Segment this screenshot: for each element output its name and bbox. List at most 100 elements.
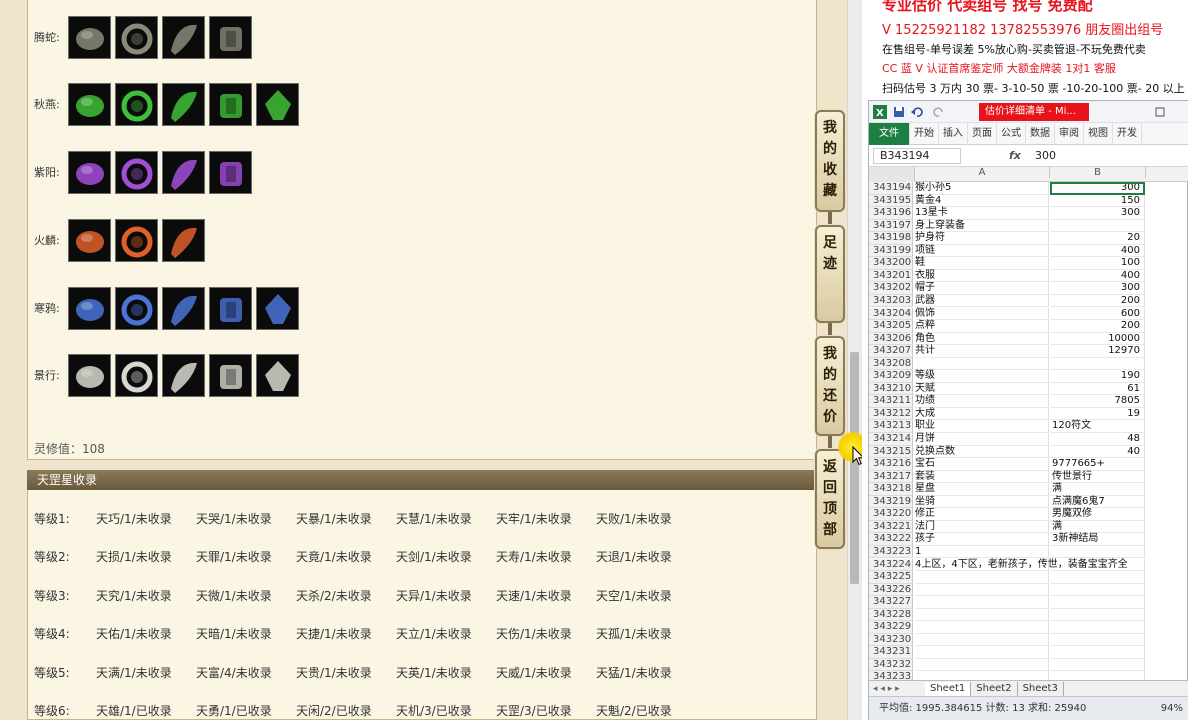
equipment-item-icon[interactable] [256, 286, 299, 330]
equipment-item-icon[interactable] [68, 286, 111, 330]
equipment-item-icon[interactable] [115, 218, 158, 262]
star-entry[interactable]: 天勇/1/已收录 [196, 702, 296, 719]
ribbon-tab[interactable]: 插入 [939, 123, 968, 145]
cell-a[interactable]: 黄金4 [915, 194, 1049, 208]
ribbon-tab[interactable]: 开始 [910, 123, 939, 145]
star-entry[interactable]: 天闲/2/已收录 [296, 702, 396, 719]
equipment-item-icon[interactable] [115, 15, 158, 59]
cell-b[interactable]: 20 [1050, 232, 1145, 245]
cell-a[interactable]: 宝石 [915, 458, 1049, 471]
row-number[interactable]: 343194 [869, 182, 913, 195]
cell-b[interactable]: 400 [1050, 244, 1145, 258]
cell-b[interactable] [1050, 571, 1145, 584]
cell-b[interactable]: 48 [1050, 433, 1145, 446]
cell-b[interactable]: 9777665+ [1050, 458, 1145, 471]
cell-b[interactable]: 120符文 [1050, 420, 1145, 433]
star-entry[interactable]: 天捷/1/未收录 [296, 625, 396, 642]
vertical-scrollbar[interactable] [847, 0, 861, 720]
back-to-top-button[interactable]: 返 回 顶 部 [815, 449, 845, 549]
equipment-item-icon[interactable] [209, 353, 252, 397]
undo-icon[interactable] [911, 106, 923, 118]
row-number[interactable]: 343207 [869, 345, 913, 358]
row-number[interactable]: 343230 [869, 633, 913, 647]
star-entry[interactable]: 天罪/1/未收录 [196, 548, 296, 565]
equipment-item-icon[interactable] [256, 82, 299, 126]
cell-b[interactable]: 300 [1050, 182, 1145, 195]
sheet-nav-icon[interactable]: ◂ ◂ ▸ ▸ [869, 684, 925, 694]
equipment-item-icon[interactable] [209, 150, 252, 194]
cell-b[interactable]: 男魔双修 [1050, 508, 1145, 521]
cell-a[interactable]: 衣服 [915, 269, 1049, 283]
row-number[interactable]: 343210 [869, 382, 913, 396]
cell-a[interactable]: 法门 [915, 520, 1049, 534]
cell-b[interactable] [1050, 219, 1145, 233]
star-entry[interactable]: 天损/1/未收录 [96, 548, 196, 565]
star-entry[interactable]: 天暴/1/未收录 [296, 510, 396, 527]
row-number[interactable]: 343201 [869, 269, 913, 283]
cell-b[interactable]: 满 [1050, 483, 1145, 496]
equipment-item-icon[interactable] [162, 353, 205, 397]
cell-b[interactable] [1050, 558, 1145, 572]
cell-a[interactable] [915, 596, 1049, 609]
cell-b[interactable] [1050, 633, 1145, 647]
row-number[interactable]: 343217 [869, 470, 913, 484]
cell-b[interactable] [1050, 658, 1145, 672]
cell-a[interactable]: 修正 [915, 508, 1049, 521]
cell-b[interactable]: 点满魔6鬼7 [1050, 495, 1145, 509]
sheet-tab[interactable]: Sheet3 [1018, 681, 1064, 696]
row-number[interactable]: 343231 [869, 646, 913, 659]
row-number[interactable]: 343200 [869, 257, 913, 270]
star-entry[interactable]: 天巧/1/未收录 [96, 510, 196, 527]
cell-b[interactable]: 200 [1050, 294, 1145, 308]
row-number[interactable]: 343213 [869, 420, 913, 433]
cell-b[interactable]: 150 [1050, 194, 1145, 208]
cell-a[interactable]: 角色 [915, 332, 1049, 346]
row-number[interactable]: 343212 [869, 407, 913, 421]
star-entry[interactable]: 天究/1/未收录 [96, 587, 196, 604]
star-entry[interactable]: 天伤/1/未收录 [496, 625, 596, 642]
cell-b[interactable]: 7805 [1050, 395, 1145, 408]
column-a-header[interactable]: A [915, 167, 1050, 178]
row-number[interactable]: 343223 [869, 545, 913, 559]
star-entry[interactable]: 天慧/1/未收录 [396, 510, 496, 527]
column-b-header[interactable]: B [1050, 167, 1146, 178]
formula-input[interactable]: 300 [1035, 149, 1056, 162]
ribbon-tab[interactable]: 开发 [1113, 123, 1142, 145]
equipment-item-icon[interactable] [68, 15, 111, 59]
cell-b[interactable]: 400 [1050, 269, 1145, 283]
cell-a[interactable] [915, 608, 1049, 622]
cell-b[interactable]: 200 [1050, 320, 1145, 333]
ribbon-tab[interactable]: 审阅 [1055, 123, 1084, 145]
ribbon-tab[interactable]: 视图 [1084, 123, 1113, 145]
cell-a[interactable] [915, 671, 1049, 680]
star-entry[interactable]: 天贵/1/未收录 [296, 664, 396, 681]
equipment-item-icon[interactable] [162, 286, 205, 330]
row-number[interactable]: 343211 [869, 395, 913, 408]
cell-a[interactable]: 功绩 [915, 395, 1049, 408]
star-entry[interactable]: 天立/1/未收录 [396, 625, 496, 642]
save-icon[interactable] [893, 106, 905, 118]
star-entry[interactable]: 天佑/1/未收录 [96, 625, 196, 642]
ribbon-tab[interactable]: 文件 [869, 123, 910, 145]
star-entry[interactable]: 天英/1/未收录 [396, 664, 496, 681]
row-number[interactable]: 343202 [869, 282, 913, 295]
cell-a[interactable] [915, 571, 1049, 584]
star-entry[interactable]: 天孤/1/未收录 [596, 625, 696, 642]
cell-b[interactable] [1050, 596, 1145, 609]
cell-a[interactable] [915, 633, 1049, 647]
cell-b[interactable]: 600 [1050, 307, 1145, 321]
equipment-item-icon[interactable] [209, 286, 252, 330]
spreadsheet-grid[interactable]: 343194 猴小孙5 300 343195 黄金4 150 343196 13星卡 300 34… [869, 182, 1188, 680]
star-entry[interactable]: 天猛/1/未收录 [596, 664, 696, 681]
cell-a[interactable]: 护身符 [915, 232, 1049, 245]
equipment-item-icon[interactable] [209, 15, 252, 59]
row-number[interactable]: 343198 [869, 232, 913, 245]
row-number[interactable]: 343205 [869, 320, 913, 333]
star-entry[interactable]: 天微/1/未收录 [196, 587, 296, 604]
cell-a[interactable]: 佩饰 [915, 307, 1049, 321]
row-number[interactable]: 343206 [869, 332, 913, 346]
cell-a[interactable]: 星盘 [915, 483, 1049, 496]
equipment-item-icon[interactable] [162, 82, 205, 126]
row-number[interactable]: 343215 [869, 445, 913, 459]
star-entry[interactable]: 天富/4/未收录 [196, 664, 296, 681]
